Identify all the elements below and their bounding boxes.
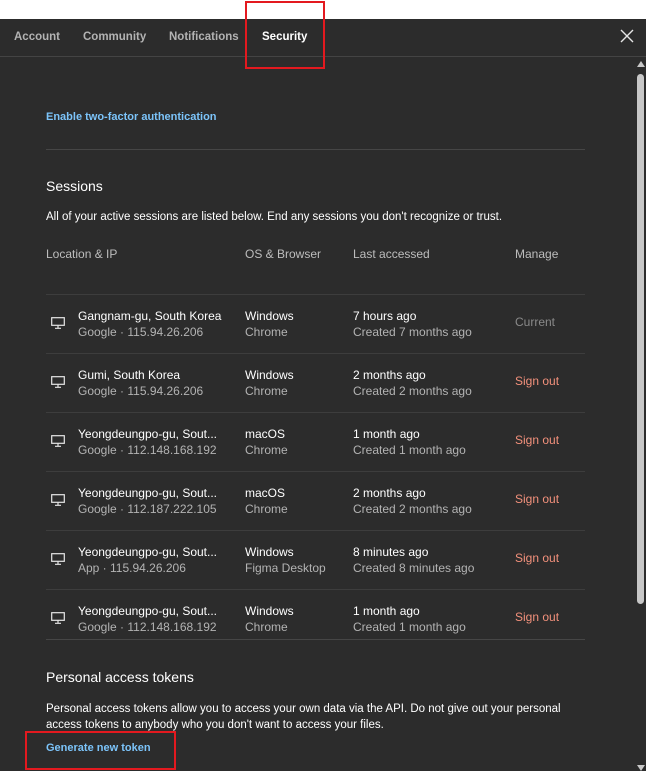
session-browser: Chrome [245, 443, 288, 457]
column-header-last-accessed: Last accessed [353, 247, 430, 261]
session-last-accessed: 8 minutes ago [353, 545, 429, 559]
column-header-location: Location & IP [46, 247, 118, 261]
session-created: Created 1 month ago [353, 620, 466, 634]
session-location: Gangnam-gu, South Korea [78, 309, 222, 323]
session-row: Gumi, South Korea Google · 115.94.26.206 W… [46, 353, 585, 413]
session-ip: Google · 115.94.26.206 [78, 384, 204, 398]
sessions-description: All of your active sessions are listed b… [46, 211, 503, 223]
generate-new-token-link[interactable]: Generate new token [46, 742, 151, 754]
session-row: Yeongdeungpo-gu, Sout... Google · 112.148… [46, 412, 585, 472]
session-row: Yeongdeungpo-gu, Sout... App · 115.94.26.… [46, 530, 585, 590]
settings-dialog: Account Community Notifications Security… [0, 19, 646, 771]
session-location: Yeongdeungpo-gu, Sout... [78, 545, 218, 559]
tab-account[interactable]: Account [14, 19, 60, 56]
session-location: Yeongdeungpo-gu, Sout... [78, 486, 218, 500]
session-created: Created 2 months ago [353, 384, 472, 398]
desktop-icon [51, 494, 65, 506]
session-os: macOS [245, 427, 286, 441]
session-created: Created 1 month ago [353, 443, 466, 457]
close-icon[interactable] [620, 29, 634, 43]
sign-out-button[interactable]: Sign out [515, 551, 559, 565]
sign-out-button[interactable]: Sign out [515, 610, 559, 624]
session-location: Gumi, South Korea [78, 368, 181, 382]
session-browser: Chrome [245, 384, 288, 398]
enable-two-factor-link[interactable]: Enable two-factor authentication [46, 111, 217, 123]
session-last-accessed: 2 months ago [353, 368, 426, 382]
desktop-icon [51, 317, 65, 329]
session-last-accessed: 1 month ago [353, 427, 420, 441]
scrollbar-thumb[interactable] [637, 74, 644, 604]
desktop-icon [51, 376, 65, 388]
session-ip: Google · 115.94.26.206 [78, 325, 204, 339]
session-ip: Google · 112.187.222.105 [78, 502, 217, 516]
tab-bar: Account Community Notifications Security [0, 19, 646, 57]
session-ip: Google · 112.148.168.192 [78, 443, 217, 457]
desktop-icon [51, 553, 65, 565]
session-created: Created 8 minutes ago [353, 561, 475, 575]
session-ip: Google · 112.148.168.192 [78, 620, 217, 634]
sign-out-button[interactable]: Sign out [515, 492, 559, 506]
session-os: Windows [245, 309, 294, 323]
session-os: Windows [245, 368, 294, 382]
desktop-icon [51, 435, 65, 447]
session-os: macOS [245, 486, 286, 500]
session-browser: Chrome [245, 502, 288, 516]
desktop-icon [51, 612, 65, 624]
session-row: Yeongdeungpo-gu, Sout... Google · 112.187… [46, 471, 585, 531]
column-header-manage: Manage [515, 247, 559, 261]
sessions-title: Sessions [46, 178, 103, 194]
session-row: Gangnam-gu, South Korea Google · 115.94.2… [46, 294, 585, 354]
section-divider [46, 149, 585, 150]
session-browser: Chrome [245, 325, 288, 339]
tab-notifications[interactable]: Notifications [169, 19, 239, 56]
session-browser: Chrome [245, 620, 288, 634]
tokens-title: Personal access tokens [46, 669, 194, 685]
session-last-accessed: 1 month ago [353, 604, 420, 618]
session-created: Created 7 months ago [353, 325, 472, 339]
section-divider [46, 639, 585, 640]
session-os: Windows [245, 545, 294, 559]
session-location: Yeongdeungpo-gu, Sout... [78, 604, 218, 618]
sign-out-button[interactable]: Sign out [515, 374, 559, 388]
session-last-accessed: 7 hours ago [353, 309, 417, 323]
tab-community[interactable]: Community [83, 19, 146, 56]
tokens-description: Personal access tokens allow you to acce… [46, 703, 561, 731]
current-session-label: Current [515, 315, 556, 329]
session-last-accessed: 2 months ago [353, 486, 426, 500]
session-os: Windows [245, 604, 294, 618]
column-header-os-browser: OS & Browser [245, 247, 322, 261]
scroll-up-arrow-icon[interactable] [637, 61, 645, 67]
session-row: Yeongdeungpo-gu, Sout... Google · 112.148… [46, 589, 585, 649]
session-ip: App · 115.94.26.206 [78, 561, 186, 575]
session-created: Created 2 months ago [353, 502, 472, 516]
scroll-down-arrow-icon[interactable] [637, 765, 645, 771]
session-browser: Figma Desktop [245, 561, 326, 575]
sign-out-button[interactable]: Sign out [515, 433, 559, 447]
tab-security[interactable]: Security [262, 19, 307, 56]
session-location: Yeongdeungpo-gu, Sout... [78, 427, 218, 441]
